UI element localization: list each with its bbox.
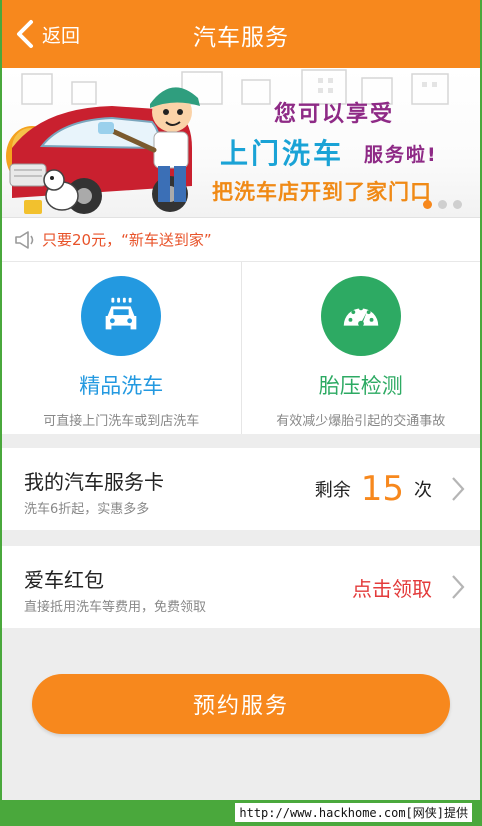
carousel-dot[interactable] xyxy=(423,200,432,209)
promo-banner[interactable]: 您可以享受 上门洗车 服务啦! 把洗车店开到了家门口 xyxy=(2,68,480,218)
carousel-dot[interactable] xyxy=(453,200,462,209)
service-name: 胎压检测 xyxy=(318,374,403,398)
remaining-count: 剩余 15 次 xyxy=(315,448,432,530)
remaining-unit: 次 xyxy=(414,480,432,501)
service-card-subtitle: 洗车6折起，实惠多多 xyxy=(24,502,150,517)
remaining-label: 剩余 xyxy=(314,480,351,501)
book-service-button[interactable]: 预约服务 xyxy=(32,674,450,734)
chevron-right-icon xyxy=(452,477,465,501)
service-card-row[interactable]: 我的汽车服务卡 洗车6折起，实惠多多 剩余 15 次 xyxy=(2,448,480,530)
remaining-number: 15 xyxy=(360,469,404,509)
service-name: 精品洗车 xyxy=(79,374,164,398)
service-card-title: 我的汽车服务卡 xyxy=(24,470,164,494)
banner-main-text: 上门洗车 xyxy=(220,137,345,170)
announcement-bar[interactable]: 只要20元，“新车送到家” xyxy=(2,218,480,262)
announcement-text: 只要20元，“新车送到家” xyxy=(42,231,212,249)
app-screen: 返回 汽车服务 您可以享受 上门洗车 服务啦! 把洗车店开到了家门口 只要20元… xyxy=(2,0,480,800)
car-wash-illustration xyxy=(6,87,200,214)
card-right: 点击领取 xyxy=(352,546,432,628)
service-car-wash[interactable]: 精品洗车 可直接上门洗车或到店洗车 xyxy=(2,262,241,434)
red-packet-row[interactable]: 爱车红包 直接抵用洗车等费用，免费领取 点击领取 xyxy=(2,546,480,628)
watermark-bar: http://www.hackhome.com[网侠]提供 xyxy=(0,800,482,826)
page-title: 汽车服务 xyxy=(193,25,289,51)
service-description: 可直接上门洗车或到店洗车 xyxy=(43,414,200,429)
red-packet-subtitle: 直接抵用洗车等费用，免费领取 xyxy=(24,600,207,615)
claim-link[interactable]: 点击领取 xyxy=(352,573,432,602)
red-packet-title: 爱车红包 xyxy=(24,568,104,592)
service-description: 有效减少爆胎引起的交通事故 xyxy=(276,414,446,429)
carousel-dot[interactable] xyxy=(438,200,447,209)
banner-tagline: 把洗车店开到了家门口 xyxy=(212,180,432,204)
megaphone-icon xyxy=(15,230,34,249)
watermark-text: http://www.hackhome.com[网侠]提供 xyxy=(235,803,472,822)
banner-headline: 您可以享受 xyxy=(274,102,395,127)
gauge-icon xyxy=(320,276,401,356)
service-grid: 精品洗车 可直接上门洗车或到店洗车 胎压检测 有效减少爆胎引起的交通事故 xyxy=(2,262,480,434)
banner-main-suffix: 服务啦! xyxy=(364,144,438,166)
chevron-right-icon xyxy=(452,575,465,599)
service-tire-pressure[interactable]: 胎压检测 有效减少爆胎引起的交通事故 xyxy=(240,262,481,434)
carousel-indicator xyxy=(423,200,462,209)
header-bar: 返回 汽车服务 xyxy=(2,0,480,68)
car-wash-icon xyxy=(81,276,162,356)
